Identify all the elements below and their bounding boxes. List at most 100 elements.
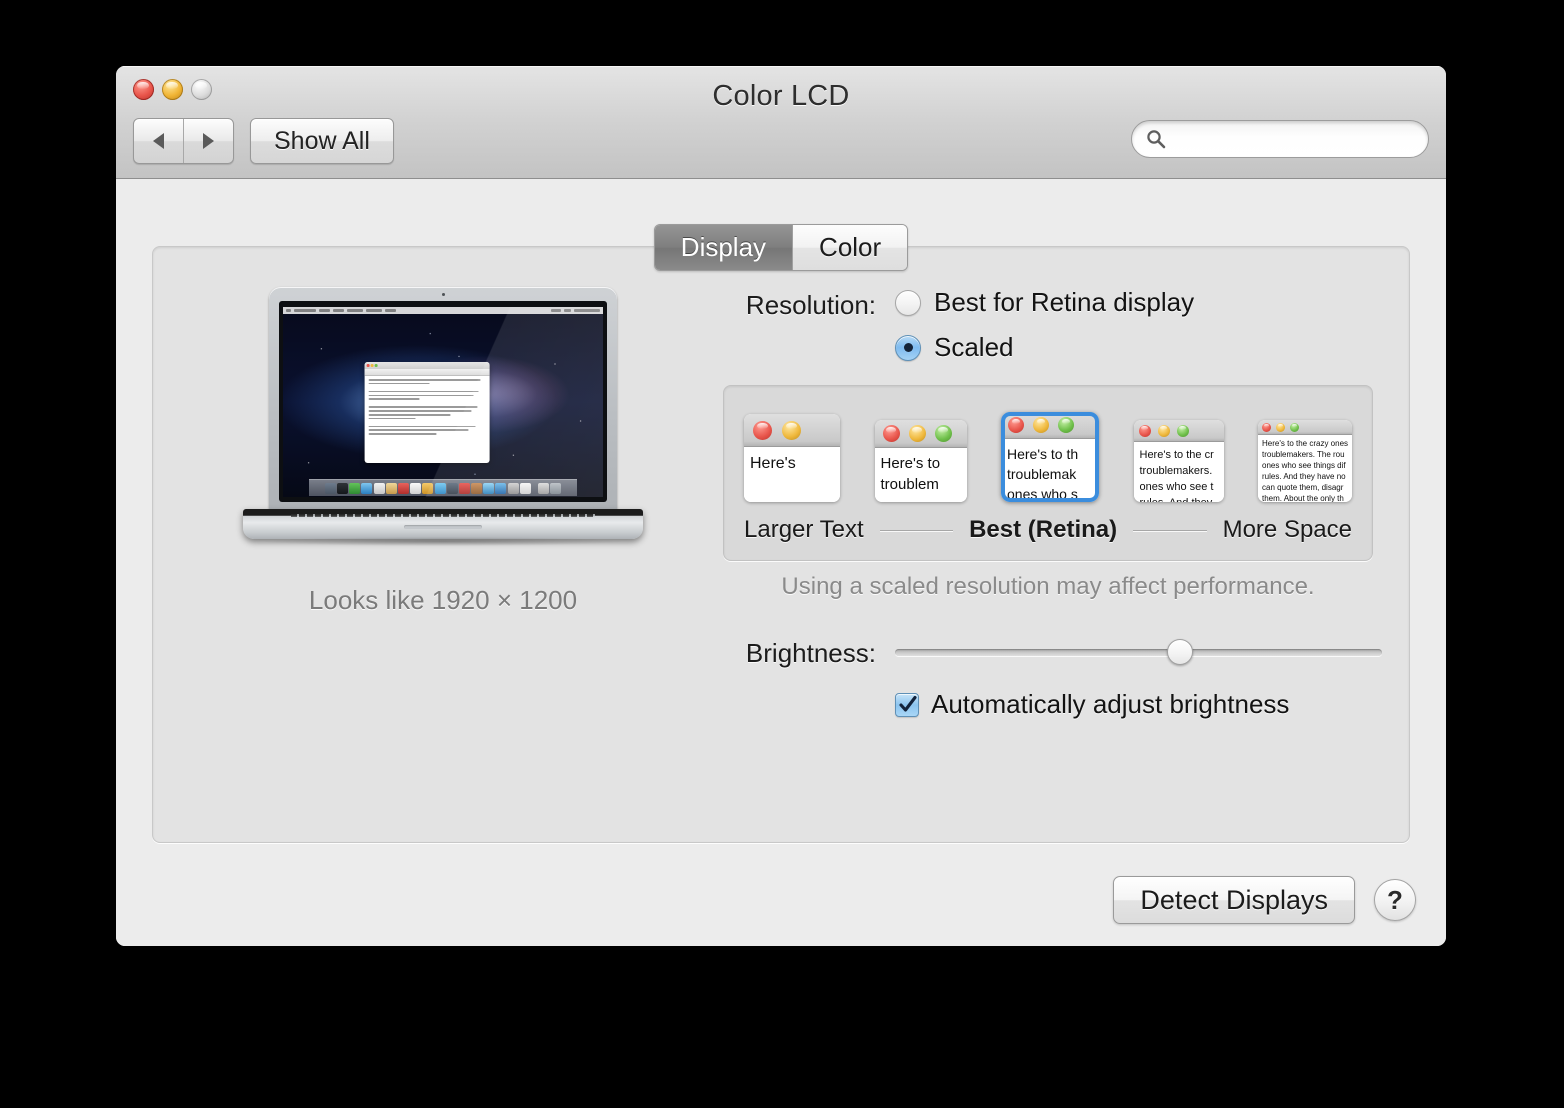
- preview-menu-item: [333, 309, 344, 312]
- checkmark-icon: [899, 695, 917, 712]
- dock-icon: [361, 482, 373, 494]
- thumbnail-text: Here's to troublem: [874, 448, 967, 502]
- dock-icon: [373, 482, 385, 494]
- preview-menu-item: [366, 309, 382, 312]
- legend-more-space: More Space: [1222, 516, 1352, 543]
- back-forward-segmented-control: [133, 118, 234, 164]
- preview-zoom-dot: [374, 364, 378, 367]
- dock-icon: [397, 482, 409, 494]
- thumbnail-yellow-dot: [908, 425, 926, 442]
- scaling-thumbnail-larger-text[interactable]: Here's: [744, 414, 840, 502]
- forward-button[interactable]: [183, 119, 233, 163]
- scaling-options-box: Here's Here's to troublem Here's to th troub…: [723, 385, 1373, 561]
- detect-displays-button[interactable]: Detect Displays: [1113, 876, 1355, 924]
- thumbnail-yellow-dot: [1033, 417, 1049, 433]
- thumbnail-yellow-dot: [1157, 424, 1170, 437]
- dock-icon: [434, 482, 446, 494]
- legend-larger-text: Larger Text: [744, 516, 864, 543]
- dock-icon: [385, 482, 397, 494]
- display-preview: Looks like 1920 × 1200: [223, 287, 663, 616]
- dock-icon: [495, 482, 507, 494]
- search-input[interactable]: [1131, 120, 1429, 158]
- preview-clock: [574, 309, 600, 312]
- tab-color-label: Color: [819, 232, 882, 262]
- preview-close-dot: [366, 364, 370, 367]
- thumbnail-text: Here's to th troublemak ones who s: [1001, 439, 1099, 502]
- dock-icon: [507, 482, 519, 494]
- thumbnail-text: Here's: [744, 447, 840, 502]
- legend-best-retina: Best (Retina): [969, 516, 1118, 543]
- thumbnail-green-dot: [934, 425, 952, 442]
- dock-icon: [410, 482, 422, 494]
- auto-brightness-checkbox[interactable]: [895, 692, 919, 717]
- show-all-button[interactable]: Show All: [250, 118, 394, 164]
- auto-brightness-label: Automatically adjust brightness: [931, 689, 1290, 719]
- brightness-label: Brightness:: [745, 638, 876, 668]
- radio-best-for-retina-label: Best for Retina display: [934, 287, 1195, 317]
- radio-best-for-retina-button[interactable]: [895, 289, 921, 316]
- panel-footer: Detect Displays ?: [1113, 876, 1416, 924]
- thumbnail-titlebar: [744, 414, 840, 447]
- desktop-background: Color LCD Show All Display Color Looks l…: [0, 0, 1564, 1108]
- dock-icon: [519, 482, 531, 494]
- tab-display[interactable]: Display: [654, 225, 793, 270]
- thumbnail-yellow-dot: [782, 420, 801, 440]
- resolution-radio-group: Best for Retina display Scaled: [895, 287, 1194, 377]
- macbook-illustration: [243, 287, 643, 546]
- preview-status-item: [564, 309, 571, 312]
- preview-menubar-right: [551, 309, 600, 312]
- preferences-body: Display Color Looks like 1920 × 1200 Res…: [116, 179, 1446, 946]
- tab-display-label: Display: [680, 232, 767, 262]
- preview-menu-item: [385, 309, 396, 312]
- preview-menubar: [283, 307, 603, 314]
- scaling-thumbnail-best-retina[interactable]: Here's to th troublemak ones who s: [1001, 412, 1099, 502]
- dock-icon: [483, 482, 495, 494]
- scaling-thumbnail-list: Here's Here's to troublem Here's to th troub…: [744, 410, 1352, 502]
- scaling-legend: Larger Text Best (Retina) More Space: [744, 516, 1352, 544]
- back-button[interactable]: [134, 119, 183, 163]
- thumbnail-red-dot: [1262, 422, 1271, 432]
- thumbnail-green-dot: [1176, 424, 1189, 437]
- window-title: Color LCD: [712, 80, 850, 112]
- preview-dock: [308, 479, 578, 496]
- resolution-row: Resolution: Best for Retina display Scal…: [701, 287, 1387, 377]
- brightness-row: Brightness:: [701, 635, 1387, 669]
- preview-window-toolbar: [364, 369, 490, 377]
- preview-window-text: [365, 376, 490, 440]
- legend-divider-right: [1133, 529, 1207, 531]
- radio-scaled-label: Scaled: [934, 332, 1014, 362]
- brightness-slider-track: [895, 649, 1382, 656]
- thumbnail-red-dot: [753, 420, 772, 440]
- radio-best-for-retina[interactable]: Best for Retina display: [895, 287, 1194, 318]
- thumbnail-red-dot: [882, 425, 900, 442]
- preview-min-dot: [370, 364, 374, 367]
- macbook-base: [243, 509, 643, 539]
- scaling-thumbnail-scale-2[interactable]: Here's to troublem: [874, 420, 967, 502]
- thumbnail-titlebar: [1133, 420, 1224, 442]
- tab-color[interactable]: Color: [792, 225, 908, 270]
- help-button[interactable]: ?: [1374, 879, 1416, 921]
- dock-icon: [458, 482, 470, 494]
- radio-scaled[interactable]: Scaled: [895, 332, 1194, 363]
- dock-icon: [422, 482, 434, 494]
- scaling-thumbnail-more-space[interactable]: Here's to the crazy ones troublemakers. T…: [1258, 420, 1352, 502]
- auto-brightness-row[interactable]: Automatically adjust brightness: [895, 689, 1387, 720]
- thumbnail-titlebar: [1001, 412, 1099, 439]
- help-icon: ?: [1387, 884, 1403, 915]
- macbook-screen: [283, 307, 603, 497]
- scaling-thumbnail-scale-4[interactable]: Here's to the cr troublemakers. ones who s…: [1133, 420, 1224, 502]
- preview-menu-item: [347, 309, 363, 312]
- dock-trash-icon: [550, 482, 562, 494]
- brightness-slider[interactable]: [895, 639, 1382, 665]
- radio-scaled-button[interactable]: [895, 334, 921, 361]
- keyboard-icon: [291, 514, 595, 517]
- resolution-label: Resolution:: [745, 290, 876, 320]
- thumbnail-text: Here's to the crazy ones troublemakers. T…: [1258, 435, 1352, 502]
- thumbnail-green-dot: [1290, 422, 1299, 432]
- macbook-bezel: [279, 301, 607, 502]
- window-titlebar: Color LCD Show All: [116, 66, 1446, 179]
- display-controls: Resolution: Best for Retina display Scal…: [701, 287, 1387, 720]
- macbook-lid: [269, 287, 617, 512]
- brightness-slider-thumb[interactable]: [1166, 639, 1193, 665]
- preview-apple-menu: [286, 309, 291, 312]
